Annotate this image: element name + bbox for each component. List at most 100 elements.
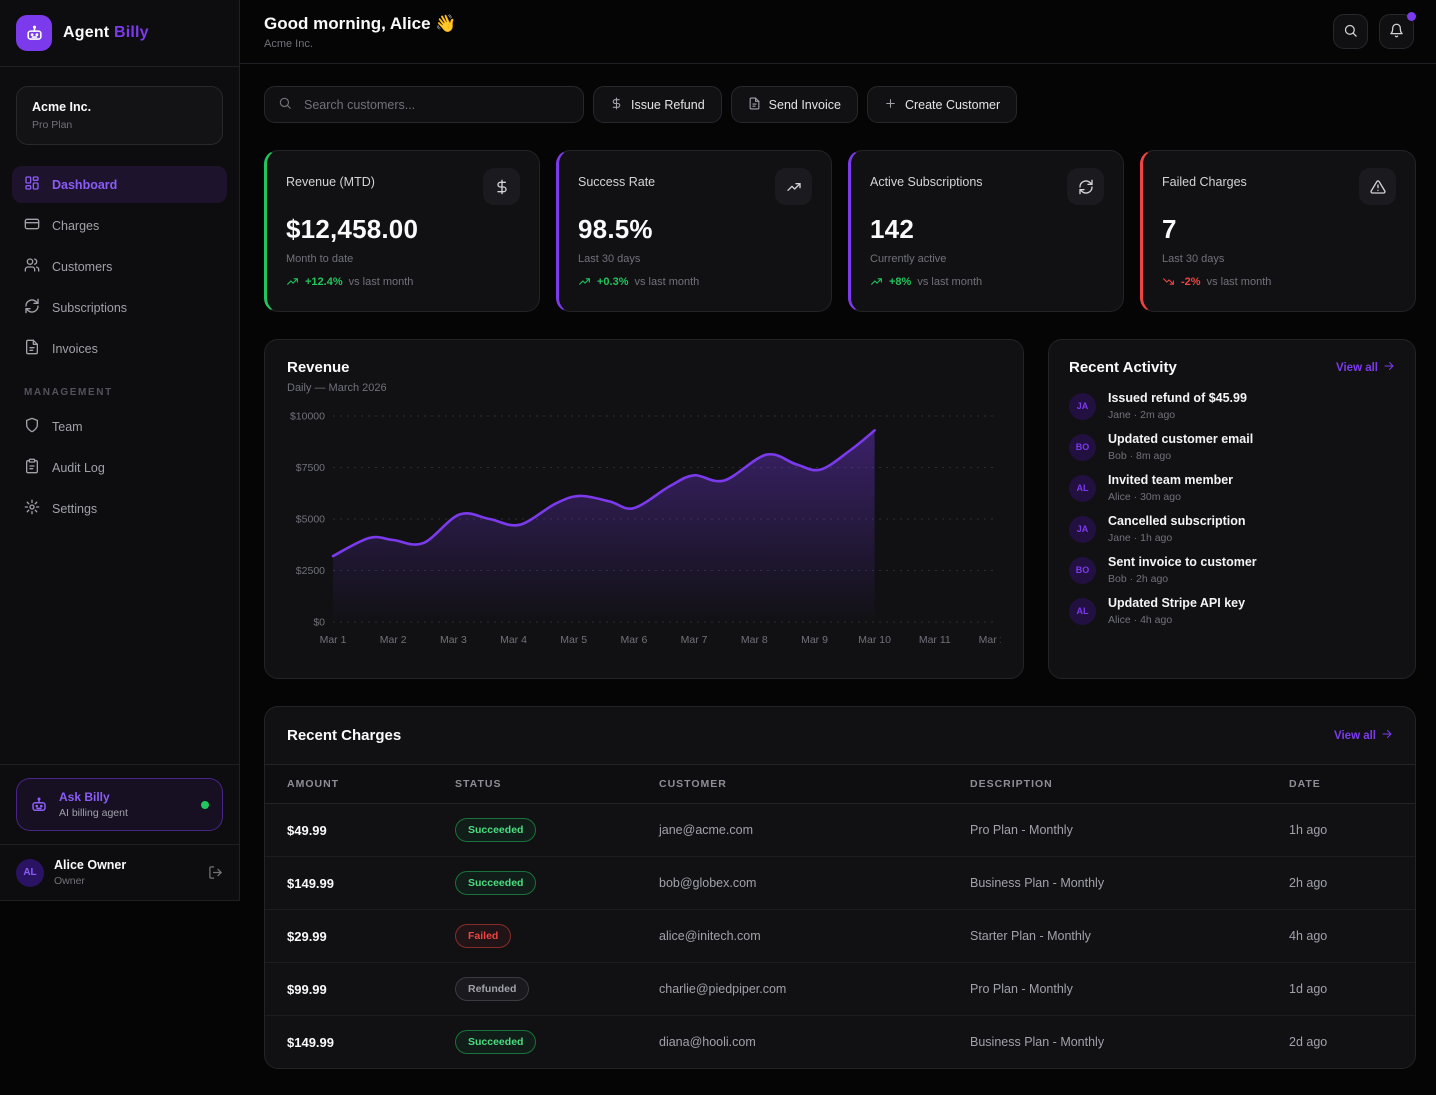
- svg-text:Mar 8: Mar 8: [741, 634, 768, 646]
- stat-label: Success Rate: [578, 168, 655, 189]
- ask-billy-button[interactable]: Ask Billy AI billing agent: [16, 778, 223, 831]
- stat-value: 98.5%: [578, 214, 812, 245]
- workspace-switcher[interactable]: Acme Inc. Pro Plan: [16, 86, 223, 145]
- stat-value: 7: [1162, 214, 1396, 245]
- topbar-icon-button[interactable]: [1379, 14, 1414, 49]
- avatar: AL: [16, 859, 44, 887]
- ask-billy-title: Ask Billy: [59, 790, 128, 804]
- toolbar-buttons: Issue Refund Send Invoice Create Custome…: [593, 86, 1017, 123]
- activity-item-meta: Alice · 4h ago: [1108, 614, 1245, 626]
- charges-table-row[interactable]: $49.99 Succeeded jane@acme.com Pro Plan …: [265, 804, 1415, 857]
- activity-item-meta: Alice · 30m ago: [1108, 491, 1233, 503]
- brand-name-primary: Agent: [63, 24, 109, 41]
- charges-table-body: $49.99 Succeeded jane@acme.com Pro Plan …: [265, 804, 1415, 1068]
- charge-date: 1h ago: [1289, 809, 1393, 851]
- sidebar-nav-item-label: Dashboard: [52, 178, 117, 192]
- brand: Agent Billy: [0, 0, 239, 67]
- sidebar-nav-item[interactable]: Settings: [12, 490, 227, 527]
- search-box: [264, 86, 584, 123]
- charge-customer: bob@globex.com: [659, 862, 970, 904]
- status-badge: Refunded: [455, 977, 529, 1001]
- svg-text:Mar 11: Mar 11: [919, 634, 951, 646]
- activity-title: Recent Activity: [1069, 359, 1177, 376]
- activity-item: AL Invited team member Alice · 30m ago: [1069, 473, 1395, 503]
- toolbar-button[interactable]: Create Customer: [867, 86, 1017, 123]
- stat-delta-suffix: vs last month: [349, 276, 414, 288]
- charges-table-row[interactable]: $99.99 Refunded charlie@piedpiper.com Pr…: [265, 963, 1415, 1016]
- stat-delta-value: +8%: [889, 276, 911, 288]
- activity-item-title: Sent invoice to customer: [1108, 555, 1257, 569]
- charge-description: Business Plan - Monthly: [970, 1021, 1289, 1063]
- stat-sub: Last 30 days: [1162, 253, 1396, 265]
- charges-column-header: STATUS: [455, 765, 659, 803]
- charges-column-header: DESCRIPTION: [970, 765, 1289, 803]
- toolbar-button[interactable]: Issue Refund: [593, 86, 722, 123]
- charges-view-all-link[interactable]: View all: [1334, 728, 1393, 743]
- stat-card: Active Subscriptions 142 Currently activ…: [848, 150, 1124, 312]
- charge-amount: $29.99: [287, 915, 455, 958]
- workspace-plan: Pro Plan: [32, 119, 207, 131]
- stat-delta: +12.4% vs last month: [286, 275, 520, 288]
- search-icon: [1343, 23, 1358, 41]
- sidebar-nav-item[interactable]: Audit Log: [12, 449, 227, 486]
- toolbar-button[interactable]: Send Invoice: [731, 86, 858, 123]
- trend-down-icon: [1162, 275, 1175, 288]
- charge-customer: diana@hooli.com: [659, 1021, 970, 1063]
- document-icon: [748, 97, 761, 113]
- stat-sub: Month to date: [286, 253, 520, 265]
- sidebar-nav-item[interactable]: Customers: [12, 248, 227, 285]
- activity-item-title: Cancelled subscription: [1108, 514, 1246, 528]
- toolbar-button-label: Issue Refund: [631, 98, 705, 112]
- activity-item-title: Updated Stripe API key: [1108, 596, 1245, 610]
- svg-text:$5000: $5000: [296, 514, 325, 526]
- stat-delta-value: +12.4%: [305, 276, 343, 288]
- charges-table-row[interactable]: $149.99 Succeeded bob@globex.com Busines…: [265, 857, 1415, 910]
- sidebar-nav-item-label: Subscriptions: [52, 301, 127, 315]
- sidebar-nav-item[interactable]: Team: [12, 408, 227, 445]
- sidebar-spacer: [0, 527, 239, 764]
- charges-table-header: AMOUNT STATUS CUSTOMER DESCRIPTION DATE: [265, 764, 1415, 804]
- sidebar-nav-item[interactable]: Subscriptions: [12, 289, 227, 326]
- arrow-right-icon: [1381, 728, 1393, 743]
- search-input[interactable]: [302, 97, 570, 113]
- user-row: AL Alice Owner Owner: [16, 858, 223, 887]
- topbar-icon-button[interactable]: [1333, 14, 1368, 49]
- charges-table-row[interactable]: $29.99 Failed alice@initech.com Starter …: [265, 910, 1415, 963]
- refresh-icon: [1067, 168, 1104, 205]
- stat-delta-value: -2%: [1181, 276, 1201, 288]
- app-root: Agent Billy Acme Inc. Pro Plan Dashboard…: [0, 0, 1436, 1061]
- trend-up-icon: [870, 275, 883, 288]
- revenue-chart-card: Revenue Daily — March 2026 $0$2500$5000$…: [264, 339, 1024, 679]
- sidebar-nav-item[interactable]: Charges: [12, 207, 227, 244]
- page-company: Acme Inc.: [264, 38, 456, 50]
- charge-amount: $149.99: [287, 1021, 455, 1064]
- charge-customer: alice@initech.com: [659, 915, 970, 957]
- robot-icon: [16, 15, 52, 51]
- toolbar: Issue Refund Send Invoice Create Custome…: [264, 86, 1416, 123]
- logout-icon[interactable]: [208, 865, 223, 880]
- svg-text:Mar 3: Mar 3: [440, 634, 467, 646]
- activity-item: BO Updated customer email Bob · 8m ago: [1069, 432, 1395, 462]
- notification-badge-dot: [1407, 12, 1416, 21]
- stat-label: Failed Charges: [1162, 168, 1247, 189]
- mid-row: Revenue Daily — March 2026 $0$2500$5000$…: [264, 339, 1416, 679]
- arrow-right-icon: [1383, 360, 1395, 375]
- charge-description: Pro Plan - Monthly: [970, 809, 1289, 851]
- main: Good morning, Alice 👋 Acme Inc.: [240, 0, 1436, 1095]
- sidebar-nav-item[interactable]: Invoices: [12, 330, 227, 367]
- chart-title: Revenue: [287, 359, 1001, 376]
- svg-text:$10000: $10000: [290, 411, 325, 423]
- activity-view-all-link[interactable]: View all: [1336, 360, 1395, 375]
- dollar-icon: [483, 168, 520, 205]
- avatar: BO: [1069, 434, 1096, 461]
- recent-activity-card: Recent Activity View all JA Issue: [1048, 339, 1416, 679]
- search-icon: [278, 96, 292, 113]
- stat-delta: +8% vs last month: [870, 275, 1104, 288]
- svg-text:Mar 2: Mar 2: [380, 634, 407, 646]
- charges-column-header: DATE: [1289, 765, 1393, 803]
- charges-table-row[interactable]: $149.99 Succeeded diana@hooli.com Busine…: [265, 1016, 1415, 1068]
- sidebar-management-nav: Team Audit Log Settings: [0, 408, 239, 527]
- plus-icon: [884, 97, 897, 113]
- stat-label: Revenue (MTD): [286, 168, 375, 189]
- sidebar-nav-item[interactable]: Dashboard: [12, 166, 227, 203]
